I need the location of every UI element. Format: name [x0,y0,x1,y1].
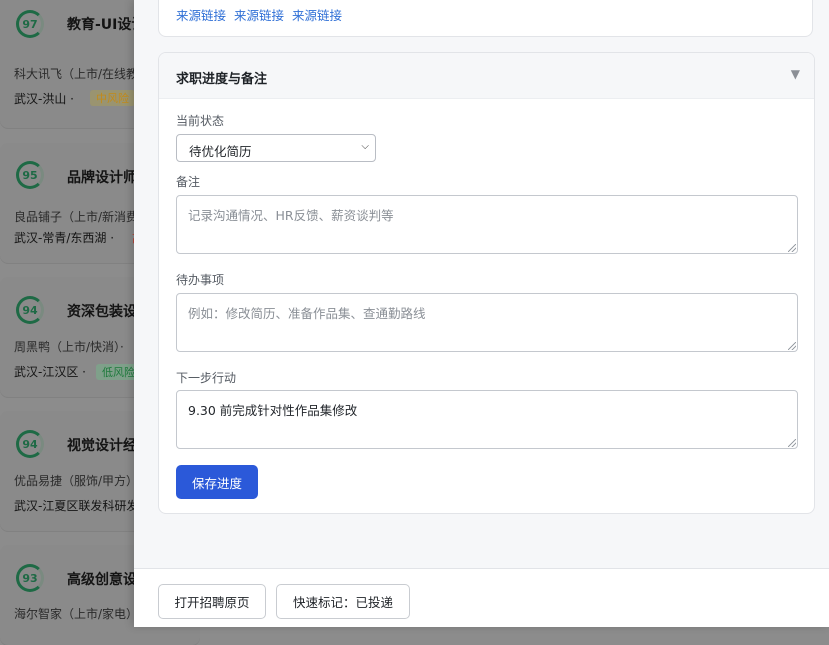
collapse-caret-icon[interactable]: ▼ [791,67,800,81]
save-progress-button[interactable]: 保存进度 [176,465,258,499]
match-score-ring: 94 [16,430,44,458]
chevron-down-icon: ⌵ [361,141,369,152]
resize-handle-icon[interactable] [788,439,796,447]
todo-placeholder: 例如：修改简历、准备作品集、查通勤路线 [188,306,426,321]
job-title: 资深包装设 [67,304,137,320]
source-link[interactable]: 来源链接 [234,8,284,23]
source-link[interactable]: 来源链接 [292,8,342,23]
job-location: 武汉-江夏区联发科研发 [14,499,139,513]
job-location: 武汉-江汉区 · [14,365,86,379]
job-title: 视觉设计经 [67,438,137,454]
company-info: 海尔智家（上市/家电） [14,607,139,621]
match-score-ring: 93 [16,564,44,592]
quick-mark-applied-button[interactable]: 快速标记：已投递 [276,584,410,619]
next-action-value: 9.30 前完成针对性作品集修改 [188,403,358,418]
section-header[interactable]: 求职进度与备注 ▼ [159,53,814,99]
company-info: 优品易捷（服饰/甲方） [14,474,139,488]
source-links: 来源链接 来源链接 来源链接 [176,5,346,24]
match-score-ring: 94 [16,296,44,324]
match-score-ring: 97 [16,10,44,38]
notes-label: 备注 [176,175,201,189]
company-info: 周黑鸭（上市/快消）· [14,340,124,354]
source-links-card: 来源链接 来源链接 来源链接 [158,0,813,37]
job-title: 高级创意设 [67,572,137,588]
open-job-page-button[interactable]: 打开招聘原页 [158,584,266,619]
resize-handle-icon[interactable] [788,244,796,252]
job-location: 武汉-常青/东西湖 · [14,231,115,245]
notes-textarea[interactable]: 记录沟通情况、HR反馈、薪资谈判等 [176,195,798,254]
next-action-label: 下一步行动 [176,371,237,385]
drawer-footer: 打开招聘原页 快速标记：已投递 [134,568,829,627]
risk-badge: 中风险 [90,90,135,106]
next-action-textarea[interactable]: 9.30 前完成针对性作品集修改 [176,390,798,449]
section-title: 求职进度与备注 [176,72,268,87]
status-select[interactable]: 待优化简历 ⌵ [176,134,376,162]
company-info: 科大讯飞（上市/在线教 [14,67,139,81]
resize-handle-icon[interactable] [788,342,796,350]
match-score-ring: 95 [16,161,44,189]
company-info: 良品铺子（上市/新消费 [14,210,139,224]
status-selected-value: 待优化简历 [189,144,252,159]
progress-section: 求职进度与备注 ▼ 当前状态 待优化简历 ⌵ 备注 记录沟通情况、HR反馈、薪资… [158,52,815,514]
notes-placeholder: 记录沟通情况、HR反馈、薪资谈判等 [188,208,394,223]
job-location: 武汉-洪山 · [14,92,74,106]
job-detail-drawer: 来源链接 来源链接 来源链接 求职进度与备注 ▼ 当前状态 待优化简历 ⌵ 备注… [134,0,829,627]
job-title: 品牌设计师 [67,170,137,186]
source-link[interactable]: 来源链接 [176,8,226,23]
status-label: 当前状态 [176,114,225,128]
todo-textarea[interactable]: 例如：修改简历、准备作品集、查通勤路线 [176,293,798,352]
todo-label: 待办事项 [176,273,225,287]
